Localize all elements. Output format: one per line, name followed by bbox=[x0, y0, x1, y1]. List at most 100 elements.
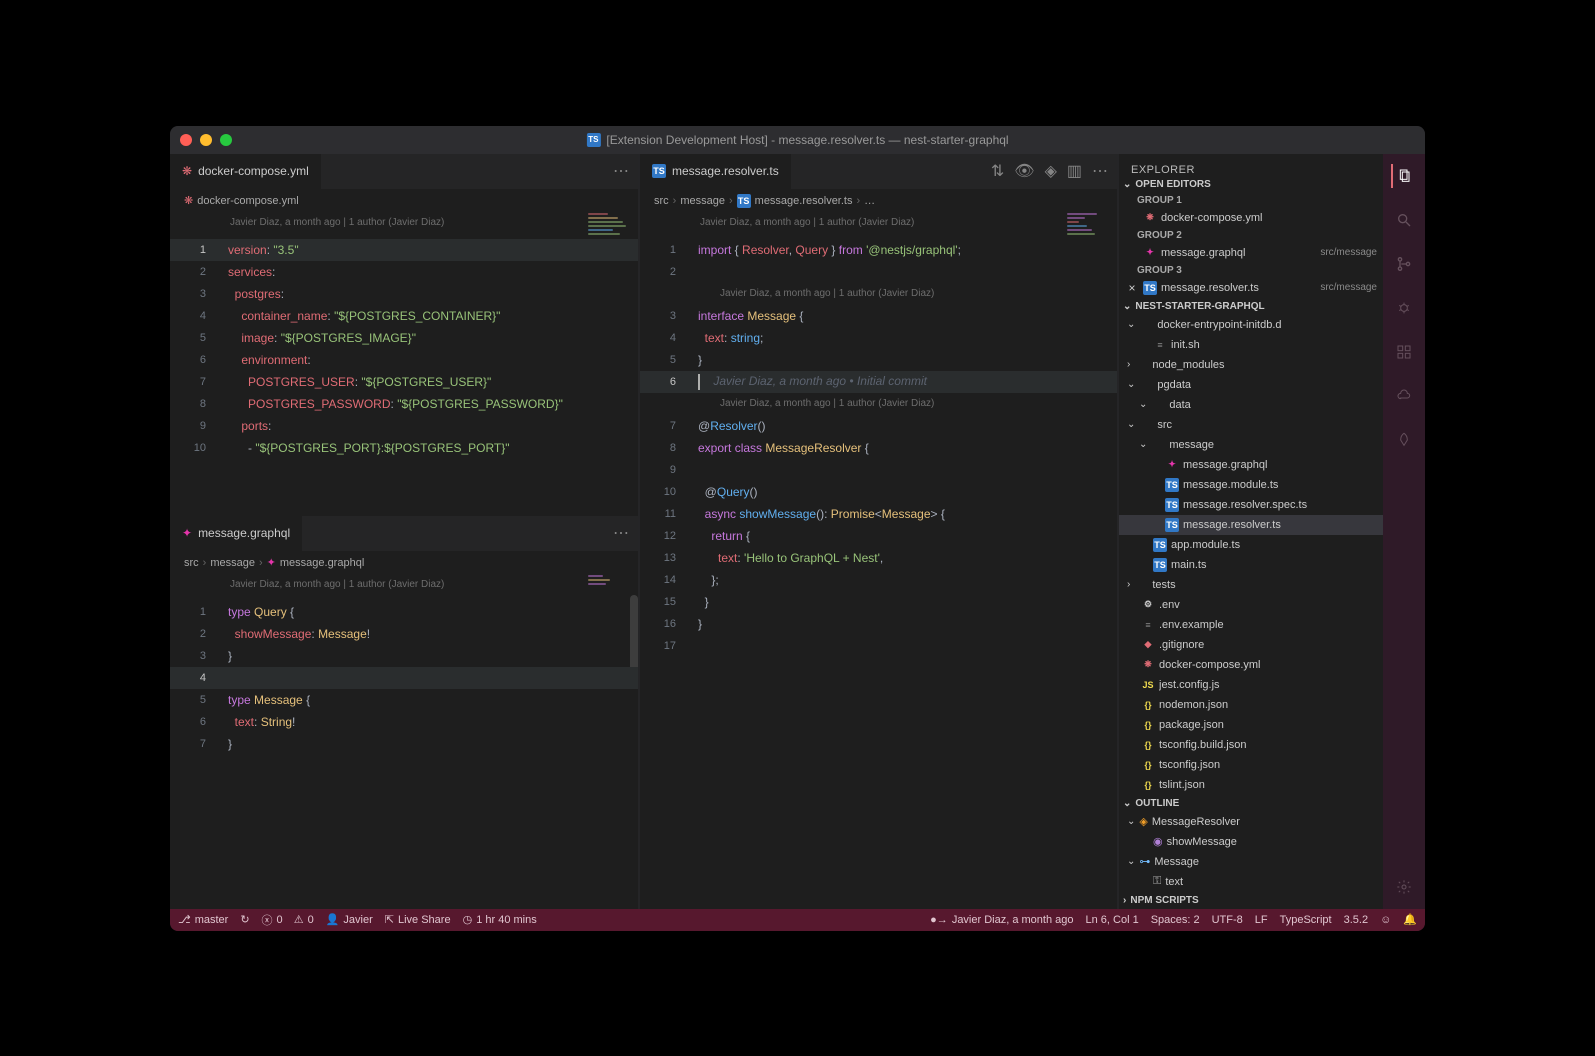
source-control-icon[interactable] bbox=[1392, 252, 1416, 276]
language-status[interactable]: TypeScript bbox=[1280, 914, 1332, 926]
file-item[interactable]: ✦message.graphql bbox=[1119, 455, 1383, 475]
file-item[interactable]: TSmessage.module.ts bbox=[1119, 475, 1383, 495]
outline-item[interactable]: ⚿text bbox=[1119, 872, 1383, 892]
cursor-position-status[interactable]: Ln 6, Col 1 bbox=[1085, 914, 1138, 926]
code-line[interactable]: 14 }; bbox=[640, 569, 1117, 591]
code-line[interactable]: 10 @Query() bbox=[640, 481, 1117, 503]
project-header[interactable]: ⌄ NEST-STARTER-GRAPHQL bbox=[1119, 298, 1383, 315]
close-window-icon[interactable] bbox=[180, 134, 192, 146]
outline-item[interactable]: ⌄⊶Message bbox=[1119, 852, 1383, 872]
code-line[interactable]: 5 image: "${POSTGRES_IMAGE}" bbox=[170, 327, 638, 349]
wakatime-status[interactable]: ◷1 hr 40 mins bbox=[463, 913, 537, 926]
file-item[interactable]: ≡init.sh bbox=[1119, 335, 1383, 355]
code-line[interactable]: 4 container_name: "${POSTGRES_CONTAINER}… bbox=[170, 305, 638, 327]
open-editor-item[interactable]: ❋docker-compose.yml bbox=[1119, 208, 1383, 228]
code-line[interactable]: 6 text: String! bbox=[170, 711, 638, 733]
code-line[interactable]: 13 text: 'Hello to GraphQL + Nest', bbox=[640, 547, 1117, 569]
editor-body-graphql[interactable]: Javier Diaz, a month ago | 1 author (Jav… bbox=[170, 575, 638, 909]
outline-header[interactable]: ⌄ OUTLINE bbox=[1119, 795, 1383, 812]
notifications-icon[interactable]: 🔔 bbox=[1403, 913, 1417, 926]
editor-body-resolver[interactable]: Javier Diaz, a month ago | 1 author (Jav… bbox=[640, 213, 1117, 909]
folder-item[interactable]: ⌄pgdata bbox=[1119, 375, 1383, 395]
editor-body-docker[interactable]: Javier Diaz, a month ago | 1 author (Jav… bbox=[170, 213, 638, 516]
liveshare-status[interactable]: ⇱Live Share bbox=[385, 913, 451, 926]
code-line[interactable]: 4 bbox=[170, 667, 638, 689]
code-line[interactable]: 17 bbox=[640, 635, 1117, 657]
code-line[interactable]: 5type Message { bbox=[170, 689, 638, 711]
code-line[interactable]: 4 text: string; bbox=[640, 327, 1117, 349]
open-editors-header[interactable]: ⌄ OPEN EDITORS bbox=[1119, 176, 1383, 193]
indentation-status[interactable]: Spaces: 2 bbox=[1151, 914, 1200, 926]
breadcrumb[interactable]: src › message › TS message.resolver.ts ›… bbox=[640, 189, 1117, 213]
file-item[interactable]: TSmain.ts bbox=[1119, 555, 1383, 575]
preview-icon[interactable]: 👁 bbox=[1014, 161, 1034, 181]
code-line[interactable]: 12 return { bbox=[640, 525, 1117, 547]
file-item[interactable]: ◆.gitignore bbox=[1119, 635, 1383, 655]
git-compare-icon[interactable]: ⇅ bbox=[991, 161, 1004, 181]
npm-scripts-header[interactable]: › NPM SCRIPTS bbox=[1119, 892, 1383, 909]
problems-status[interactable]: ⓧ0 ⚠0 bbox=[262, 912, 314, 928]
settings-icon[interactable] bbox=[1392, 875, 1416, 899]
rocket-icon[interactable] bbox=[1392, 428, 1416, 452]
code-line[interactable]: 8 POSTGRES_PASSWORD: "${POSTGRES_PASSWOR… bbox=[170, 393, 638, 415]
code-line[interactable]: 2 showMessage: Message! bbox=[170, 623, 638, 645]
open-editor-item[interactable]: ✦message.graphqlsrc/message bbox=[1119, 243, 1383, 263]
code-line[interactable]: 15 } bbox=[640, 591, 1117, 613]
git-branch-status[interactable]: ⎇master bbox=[178, 913, 228, 926]
code-line[interactable]: 6 environment: bbox=[170, 349, 638, 371]
debug-icon[interactable] bbox=[1392, 296, 1416, 320]
tab-message-resolver[interactable]: TS message.resolver.ts bbox=[640, 154, 791, 189]
file-item[interactable]: ⚙.env bbox=[1119, 595, 1383, 615]
code-line[interactable]: 2 bbox=[640, 261, 1117, 283]
file-item[interactable]: TSapp.module.ts bbox=[1119, 535, 1383, 555]
tab-actions-more-icon[interactable]: ⋯ bbox=[613, 523, 630, 543]
title-bar[interactable]: TS [Extension Development Host] - messag… bbox=[170, 126, 1425, 154]
editor-more-icon[interactable]: ⋯ bbox=[1092, 161, 1109, 181]
code-line[interactable]: 7@Resolver() bbox=[640, 415, 1117, 437]
outline-item[interactable]: ◉showMessage bbox=[1119, 832, 1383, 852]
file-item[interactable]: {}tslint.json bbox=[1119, 775, 1383, 795]
code-line[interactable]: 3interface Message { bbox=[640, 305, 1117, 327]
tab-docker-compose[interactable]: ❋ docker-compose.yml bbox=[170, 154, 321, 189]
code-line[interactable]: 8export class MessageResolver { bbox=[640, 437, 1117, 459]
code-line[interactable]: 6 Javier Diaz, a month ago • Initial com… bbox=[640, 371, 1117, 393]
breadcrumb[interactable]: src › message › ✦ message.graphql bbox=[170, 551, 638, 575]
run-icon[interactable]: ◈ bbox=[1045, 161, 1057, 181]
outline-item[interactable]: ⌄◈MessageResolver bbox=[1119, 812, 1383, 832]
sync-status[interactable]: ↻ bbox=[240, 913, 249, 926]
user-status[interactable]: 👤Javier bbox=[326, 913, 373, 926]
codelens-authors[interactable]: Javier Diaz, a month ago | 1 author (Jav… bbox=[230, 579, 444, 590]
file-item[interactable]: ❋docker-compose.yml bbox=[1119, 655, 1383, 675]
code-line[interactable]: 3 postgres: bbox=[170, 283, 638, 305]
code-line[interactable]: 1version: "3.5" bbox=[170, 239, 638, 261]
file-item[interactable]: TSmessage.resolver.spec.ts bbox=[1119, 495, 1383, 515]
code-line[interactable]: 7} bbox=[170, 733, 638, 755]
code-line[interactable]: 2services: bbox=[170, 261, 638, 283]
ts-version-status[interactable]: 3.5.2 bbox=[1344, 914, 1368, 926]
close-icon[interactable]: × bbox=[1125, 281, 1139, 295]
explorer-icon[interactable] bbox=[1391, 164, 1415, 188]
file-item[interactable]: JSjest.config.js bbox=[1119, 675, 1383, 695]
file-item[interactable]: {}nodemon.json bbox=[1119, 695, 1383, 715]
folder-item[interactable]: ›tests bbox=[1119, 575, 1383, 595]
code-line[interactable]: 10 - "${POSTGRES_PORT}:${POSTGRES_PORT}" bbox=[170, 437, 638, 459]
file-item[interactable]: ≡.env.example bbox=[1119, 615, 1383, 635]
codelens-authors[interactable]: Javier Diaz, a month ago | 1 author (Jav… bbox=[230, 217, 444, 228]
extensions-icon[interactable] bbox=[1392, 340, 1416, 364]
search-icon[interactable] bbox=[1392, 208, 1416, 232]
gitlens-blame-status[interactable]: ●→Javier Diaz, a month ago bbox=[930, 914, 1073, 926]
code-line[interactable]: 16} bbox=[640, 613, 1117, 635]
split-editor-icon[interactable]: ▥ bbox=[1067, 161, 1082, 181]
tab-message-graphql[interactable]: ✦ message.graphql bbox=[170, 516, 302, 551]
file-item[interactable]: {}package.json bbox=[1119, 715, 1383, 735]
code-line[interactable]: 1type Query { bbox=[170, 601, 638, 623]
tab-actions-more-icon[interactable]: ⋯ bbox=[613, 161, 630, 181]
maximize-window-icon[interactable] bbox=[220, 134, 232, 146]
minimize-window-icon[interactable] bbox=[200, 134, 212, 146]
breadcrumb[interactable]: ❋ docker-compose.yml bbox=[170, 189, 638, 213]
eol-status[interactable]: LF bbox=[1255, 914, 1268, 926]
file-item[interactable]: {}tsconfig.build.json bbox=[1119, 735, 1383, 755]
cloud-icon[interactable] bbox=[1392, 384, 1416, 408]
codelens-authors[interactable]: Javier Diaz, a month ago | 1 author (Jav… bbox=[700, 217, 914, 228]
file-item[interactable]: TSmessage.resolver.ts bbox=[1119, 515, 1383, 535]
